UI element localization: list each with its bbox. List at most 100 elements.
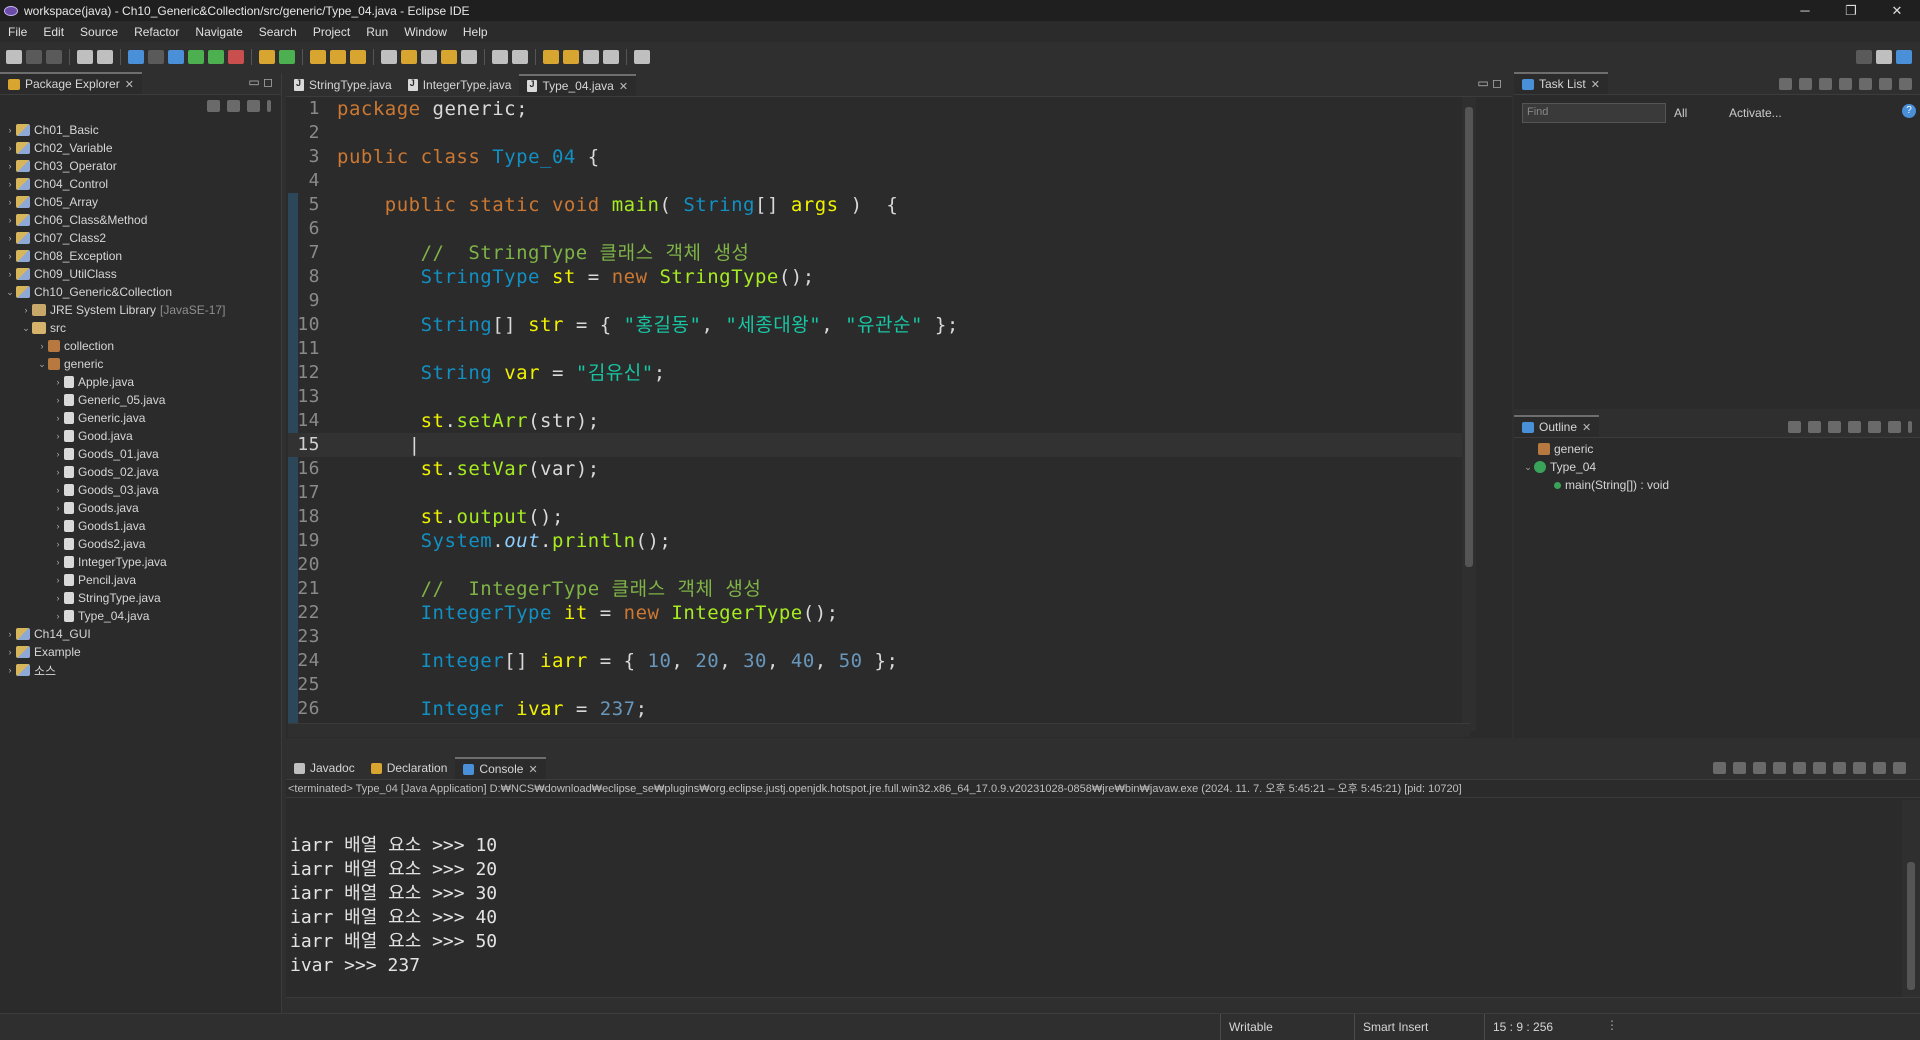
- save-icon[interactable]: [26, 50, 42, 64]
- display-console-icon[interactable]: [1873, 762, 1886, 774]
- sync-icon[interactable]: [1879, 78, 1892, 90]
- code-line[interactable]: 18 st.output();: [288, 505, 1470, 529]
- tree-item-소스[interactable]: › 소스: [0, 661, 281, 679]
- code-line[interactable]: 4: [288, 169, 1470, 193]
- tree-item-apple-java[interactable]: › Apple.java: [0, 373, 281, 391]
- tree-item-collection[interactable]: › collection: [0, 337, 281, 355]
- menu-refactor[interactable]: Refactor: [126, 25, 187, 39]
- open-console-icon[interactable]: [1893, 762, 1906, 774]
- code-line[interactable]: 20: [288, 553, 1470, 577]
- chevron-icon[interactable]: ›: [4, 647, 16, 657]
- show-on-stdout-icon[interactable]: [1813, 762, 1826, 774]
- chevron-icon[interactable]: ›: [52, 593, 64, 603]
- code-line[interactable]: 14 st.setArr(str);: [288, 409, 1470, 433]
- chevron-icon[interactable]: ›: [4, 125, 16, 135]
- code-line[interactable]: 5 public static void main( String[] args…: [288, 193, 1470, 217]
- tree-item-ch14-gui[interactable]: › Ch14_GUI: [0, 625, 281, 643]
- tree-item-generic-java[interactable]: › Generic.java: [0, 409, 281, 427]
- close-icon[interactable]: ✕: [1591, 78, 1600, 91]
- tree-item-goods-02-java[interactable]: › Goods_02.java: [0, 463, 281, 481]
- search-toolbar-icon[interactable]: [350, 50, 366, 64]
- tree-item-ch07-class2[interactable]: › Ch07_Class2: [0, 229, 281, 247]
- debug-icon[interactable]: [168, 50, 184, 64]
- back-icon[interactable]: [583, 50, 599, 64]
- terminal-icon[interactable]: [128, 50, 144, 64]
- chevron-icon[interactable]: ›: [52, 377, 64, 387]
- show-whitespace-icon[interactable]: [441, 50, 457, 64]
- new-class-icon[interactable]: [279, 50, 295, 64]
- minimize-button[interactable]: ─: [1782, 0, 1828, 21]
- categorized-icon[interactable]: [1799, 78, 1812, 90]
- chevron-icon[interactable]: ›: [4, 215, 16, 225]
- close-icon[interactable]: ✕: [1582, 421, 1591, 434]
- code-line[interactable]: 24 Integer[] iarr = { 10, 20, 30, 40, 50…: [288, 649, 1470, 673]
- external-tools-icon[interactable]: [228, 50, 244, 64]
- menu-run[interactable]: Run: [358, 25, 396, 39]
- tree-item-goods-java[interactable]: › Goods.java: [0, 499, 281, 517]
- hide-nonpublic-icon[interactable]: [1848, 421, 1861, 433]
- next-annotation-icon[interactable]: [492, 50, 508, 64]
- last-edit-icon[interactable]: [543, 50, 559, 64]
- link-editor-icon[interactable]: [1888, 421, 1901, 433]
- tab-console[interactable]: Console ✕: [455, 757, 546, 779]
- chevron-icon[interactable]: ›: [52, 557, 64, 567]
- tree-item-src[interactable]: ⌄ src: [0, 319, 281, 337]
- code-line[interactable]: 3 public class Type_04 {: [288, 145, 1470, 169]
- tree-item-good-java[interactable]: › Good.java: [0, 427, 281, 445]
- console-vertical-scrollbar[interactable]: [1902, 800, 1920, 997]
- task-find-input[interactable]: Find: [1522, 103, 1666, 123]
- tab-declaration[interactable]: Declaration: [363, 757, 456, 779]
- tree-item-integertype-java[interactable]: › IntegerType.java: [0, 553, 281, 571]
- tree-item-ch05-array[interactable]: › Ch05_Array: [0, 193, 281, 211]
- chevron-icon[interactable]: ›: [4, 665, 16, 675]
- chevron-icon[interactable]: ›: [4, 233, 16, 243]
- tree-item-jre-system-library[interactable]: › JRE System Library [JavaSE-17]: [0, 301, 281, 319]
- hide-static-icon[interactable]: [1828, 421, 1841, 433]
- tab-type-04-java[interactable]: Type_04.java ✕: [519, 74, 637, 96]
- tab-package-explorer[interactable]: Package Explorer ✕: [0, 72, 142, 94]
- tab-task-list[interactable]: Task List ✕: [1514, 72, 1608, 94]
- view-menu-icon[interactable]: [267, 100, 271, 112]
- menu-help[interactable]: Help: [455, 25, 496, 39]
- code-line[interactable]: 15 |: [288, 433, 1470, 457]
- all-link[interactable]: All: [1674, 106, 1687, 120]
- remove-all-icon[interactable]: [1753, 762, 1766, 774]
- menu-file[interactable]: File: [0, 25, 35, 39]
- code-line[interactable]: 10 String[] str = { "홍길동", "세종대왕", "유관순"…: [288, 313, 1470, 337]
- code-line[interactable]: 22 IntegerType it = new IntegerType();: [288, 601, 1470, 625]
- chevron-icon[interactable]: ›: [52, 449, 64, 459]
- menu-search[interactable]: Search: [251, 25, 305, 39]
- tree-item-generic[interactable]: ⌄ generic: [0, 355, 281, 373]
- forward-nav-icon[interactable]: [603, 50, 619, 64]
- hide-fields-icon[interactable]: [1808, 421, 1821, 433]
- filter-icon[interactable]: [247, 100, 260, 112]
- block-selection-icon[interactable]: [421, 50, 437, 64]
- toggle-word-wrap-icon[interactable]: [401, 50, 417, 64]
- close-window-button[interactable]: ✕: [1874, 0, 1920, 21]
- chevron-icon[interactable]: ›: [4, 269, 16, 279]
- code-line[interactable]: 2: [288, 121, 1470, 145]
- chevron-icon[interactable]: ⌄: [4, 287, 16, 298]
- chevron-icon[interactable]: ›: [52, 521, 64, 531]
- chevron-icon[interactable]: ›: [4, 143, 16, 153]
- tree-item-goods-03-java[interactable]: › Goods_03.java: [0, 481, 281, 499]
- chevron-icon[interactable]: ›: [4, 251, 16, 261]
- chevron-icon[interactable]: ›: [52, 413, 64, 423]
- console-output[interactable]: iarr 배열 요소 >>> 10 iarr 배열 요소 >>> 20 iarr 배…: [286, 800, 1900, 997]
- run-icon[interactable]: [188, 50, 204, 64]
- terminate-icon[interactable]: [1713, 762, 1726, 774]
- tree-item-ch04-control[interactable]: › Ch04_Control: [0, 175, 281, 193]
- maximize-editor-icon[interactable]: ▭ ◻: [1467, 76, 1512, 96]
- code-line[interactable]: 6: [288, 217, 1470, 241]
- menu-source[interactable]: Source: [72, 25, 126, 39]
- code-line[interactable]: 25: [288, 673, 1470, 697]
- chevron-down-icon[interactable]: ⌄: [1522, 462, 1534, 473]
- chevron-icon[interactable]: ›: [52, 539, 64, 549]
- chevron-icon[interactable]: ›: [52, 575, 64, 585]
- tree-item-pencil-java[interactable]: › Pencil.java: [0, 571, 281, 589]
- tree-item-goods1-java[interactable]: › Goods1.java: [0, 517, 281, 535]
- chevron-icon[interactable]: ›: [52, 395, 64, 405]
- code-line[interactable]: 26 Integer ivar = 237;: [288, 697, 1470, 721]
- code-line[interactable]: 19 System.out.println();: [288, 529, 1470, 553]
- word-wrap-icon[interactable]: [1793, 762, 1806, 774]
